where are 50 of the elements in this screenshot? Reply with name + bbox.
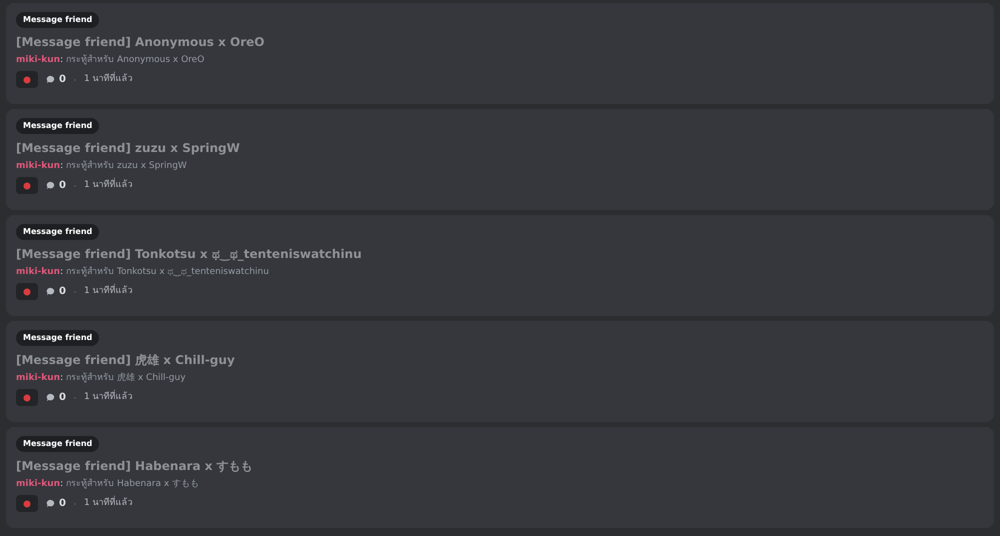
post-title: [Message friend] Tonkotsu x ಥ‿ಥ_tenteniswatchinu [16, 246, 363, 263]
message-text: กระทู้สำหรับ Tonkotsu x ಥ‿ಥ_tenteniswatchinu [66, 266, 269, 279]
message-text: กระทู้สำหรับ 虎雄 x Chill-guy [66, 372, 186, 385]
comment-icon [46, 287, 55, 296]
tag-chip: Message friend [16, 330, 100, 346]
post-time: 1 นาทีที่แล้ว [84, 284, 133, 298]
reaction-icon [23, 500, 31, 508]
comment-count: 0 [59, 73, 66, 87]
tag-chip: Message friend [16, 436, 100, 452]
post-time: 1 นาทีที่แล้ว [84, 72, 133, 86]
reaction-icon [23, 182, 31, 190]
comment-icon [46, 75, 55, 84]
separator-text: : [60, 266, 64, 279]
comment-count: 0 [59, 497, 66, 511]
post-card[interactable]: Message friend [Message friend] Habenara x すもも miki-kun: กระทู้สำหรับ Habenara x すもも 0 1 นาทีที่แล้ว [6, 427, 994, 528]
post-card[interactable]: Message friend [Message friend] Anonymous x OreO miki-kun: กระทู้สำหรับ Anonymous x OreO 0 1 นาทีที่แล้ว [6, 3, 994, 104]
separator-text: : [60, 478, 64, 491]
post-title: [Message friend] Habenara x すもも [16, 458, 254, 475]
post-time: 1 นาทีที่แล้ว [84, 390, 133, 404]
tag-chip: Message friend [16, 118, 100, 134]
reaction-button[interactable] [16, 495, 38, 512]
message-text: กระทู้สำหรับ Habenara x すもも [66, 478, 200, 491]
reaction-button[interactable] [16, 389, 38, 406]
comment-count: 0 [59, 179, 66, 193]
comment-count: 0 [59, 285, 66, 299]
tag-chip: Message friend [16, 224, 100, 240]
reaction-icon [23, 76, 31, 84]
post-card[interactable]: Message friend [Message friend] 虎雄 x Chill-guy miki-kun: กระทู้สำหรับ 虎雄 x Chill-guy 0 1 นาทีที่แล้ว [6, 321, 994, 422]
tag-chip: Message friend [16, 12, 100, 28]
reaction-icon [23, 394, 31, 402]
separator-text: : [60, 160, 64, 173]
comment-icon [46, 499, 55, 508]
post-card[interactable]: Message friend [Message friend] Tonkotsu x ಥ‿ಥ_tenteniswatchinu miki-kun: กระทู้สำหรับ Tonkotsu x ಥ‿ಥ_tenteniswatchinu 0 1 นาทีที่แล้ว [6, 215, 994, 316]
post-card[interactable]: Message friend [Message friend] zuzu x SpringW miki-kun: กระทู้สำหรับ zuzu x SpringW 0 1 นาทีที่แล้ว [6, 109, 994, 210]
post-title: [Message friend] zuzu x SpringW [16, 140, 241, 157]
reaction-button[interactable] [16, 71, 38, 88]
reaction-button[interactable] [16, 283, 38, 300]
comment-icon [46, 393, 55, 402]
reaction-button[interactable] [16, 177, 38, 194]
separator-text: : [60, 372, 64, 385]
post-title: [Message friend] 虎雄 x Chill-guy [16, 352, 236, 369]
post-time: 1 นาทีที่แล้ว [84, 496, 133, 510]
message-text: กระทู้สำหรับ zuzu x SpringW [66, 160, 187, 173]
comment-icon [46, 181, 55, 190]
message-text: กระทู้สำหรับ Anonymous x OreO [66, 54, 204, 67]
reaction-icon [23, 288, 31, 296]
post-title: [Message friend] Anonymous x OreO [16, 34, 266, 51]
comment-count: 0 [59, 391, 66, 405]
post-time: 1 นาทีที่แล้ว [84, 178, 133, 192]
separator-text: : [60, 54, 64, 67]
